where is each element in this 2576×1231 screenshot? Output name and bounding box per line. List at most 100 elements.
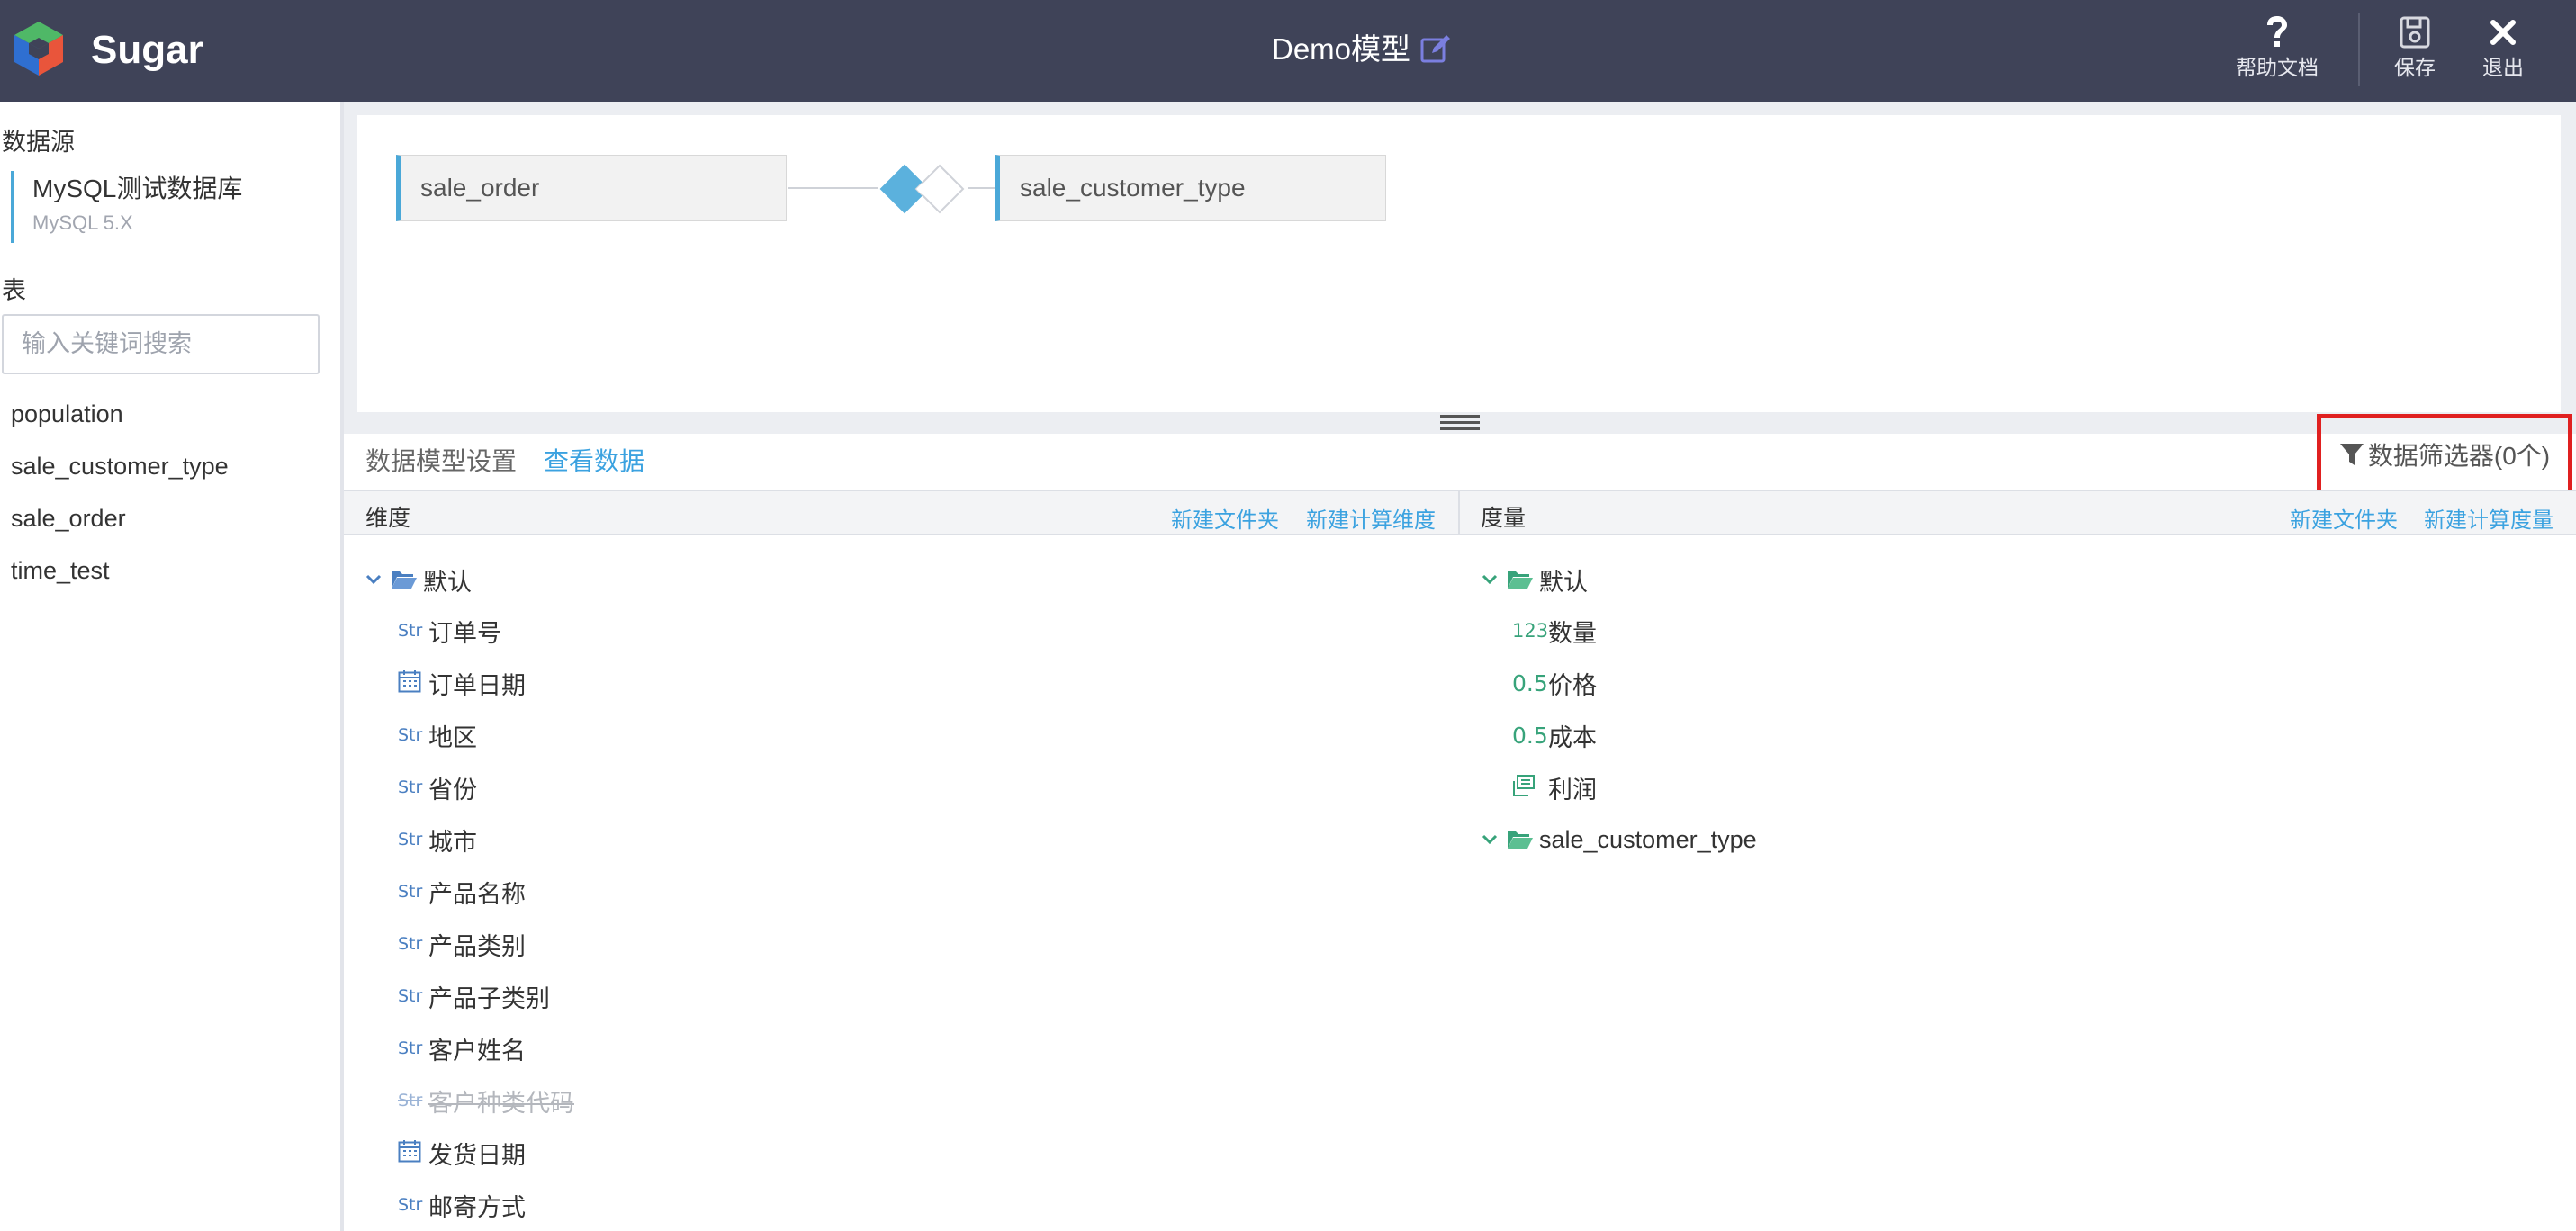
dimension-label: 发货日期	[428, 1141, 526, 1169]
dimension-folder-default[interactable]: 默认	[364, 562, 472, 598]
calendar-icon	[398, 1139, 428, 1167]
model-tabs-bar: 数据模型设置 查看数据	[344, 434, 2576, 490]
table-item-time-test[interactable]: time_test	[11, 544, 229, 597]
edit-icon[interactable]	[1419, 33, 1452, 66]
dimension-label: 订单号	[428, 619, 501, 647]
measure-label: 数量	[1548, 619, 1597, 647]
dimension-item[interactable]: Str 地区	[398, 717, 477, 753]
measure-folder-default[interactable]: 默认	[1480, 562, 1588, 598]
tab-view-data[interactable]: 查看数据	[544, 446, 644, 477]
measures-new-calc-link[interactable]: 新建计算度量	[2424, 502, 2553, 534]
dimension-item[interactable]: 发货日期	[398, 1135, 526, 1171]
measure-label: 成本	[1548, 723, 1597, 751]
model-title: Demo模型	[1272, 27, 1452, 72]
string-type-icon: Str	[398, 986, 423, 1006]
dimension-item[interactable]: Str 产品子类别	[398, 978, 550, 1014]
folder-open-icon	[391, 569, 418, 590]
measure-item[interactable]: 0.5 价格	[1512, 665, 1597, 701]
tab-model-settings[interactable]: 数据模型设置	[365, 446, 517, 477]
dimension-label: 省份	[428, 776, 477, 804]
datasource-type: MySQL 5.X	[32, 211, 133, 234]
fields-panel-area	[344, 490, 2576, 1231]
help-docs-button[interactable]: 帮助文档	[2236, 13, 2319, 86]
dimension-label: 产品名称	[428, 880, 526, 908]
join-venn-icon[interactable]	[878, 162, 968, 216]
string-type-icon: Str	[398, 1091, 423, 1110]
dimension-label: 产品子类别	[428, 984, 550, 1012]
dimension-label: 邮寄方式	[428, 1193, 526, 1221]
dimension-item[interactable]: 订单日期	[398, 665, 526, 701]
measures-header: 度量 新建文件夹 新建计算度量	[1460, 490, 2576, 535]
chevron-down-icon	[1480, 834, 1500, 845]
question-icon	[2257, 13, 2297, 52]
string-type-icon: Str	[398, 1038, 423, 1058]
exit-button[interactable]: 退出	[2482, 13, 2524, 86]
model-title-text: Demo模型	[1272, 32, 1411, 66]
save-button[interactable]: 保存	[2394, 13, 2436, 86]
table-item-sale-customer-type[interactable]: sale_customer_type	[11, 440, 229, 492]
canvas-table-left[interactable]: sale_order	[396, 155, 787, 221]
dimension-folder-label: 默认	[423, 568, 472, 596]
folder-open-icon	[1507, 569, 1534, 590]
header-divider	[2358, 13, 2360, 86]
measures-title: 度量	[1481, 506, 1527, 531]
calculated-field-icon	[1512, 774, 1548, 802]
dimension-item[interactable]: Str 城市	[398, 822, 477, 858]
table-item-population[interactable]: population	[11, 388, 229, 440]
dimensions-header: 维度 新建文件夹 新建计算维度	[344, 490, 1458, 535]
datasource-name: MySQL测试数据库	[32, 175, 243, 202]
chevron-down-icon	[1480, 574, 1500, 585]
string-type-icon: Str	[398, 1195, 423, 1215]
table-search-input[interactable]	[2, 314, 320, 374]
string-type-icon: Str	[398, 621, 423, 641]
datasource-item[interactable]: MySQL测试数据库 MySQL 5.X	[11, 171, 242, 243]
datasource-title: 数据源	[2, 129, 75, 156]
dimension-label: 订单日期	[428, 671, 526, 699]
dimension-label: 产品类别	[428, 932, 526, 960]
resize-handle-icon[interactable]	[1438, 412, 1482, 434]
dimension-item[interactable]: Str 客户姓名	[398, 1030, 526, 1066]
table-item-sale-order[interactable]: sale_order	[11, 492, 229, 544]
canvas-table-right[interactable]: sale_customer_type	[995, 155, 1386, 221]
dimensions-title: 维度	[365, 506, 411, 531]
join-line-right	[968, 187, 996, 189]
dimension-item[interactable]: Str 邮寄方式	[398, 1187, 526, 1223]
dimension-label: 地区	[428, 723, 477, 751]
sugar-logo-icon	[14, 22, 63, 76]
measure-folder-sale-customer-type[interactable]: sale_customer_type	[1480, 822, 1757, 858]
brand-name: Sugar	[91, 28, 203, 72]
calendar-icon	[398, 669, 428, 697]
string-type-icon: Str	[398, 777, 423, 797]
dimensions-new-calc-link[interactable]: 新建计算维度	[1306, 502, 1436, 534]
data-filter-label: 数据筛选器(0个)	[2367, 442, 2551, 470]
dimension-label: 客户姓名	[428, 1037, 526, 1065]
decimal-type-icon: 0.5	[1512, 669, 1548, 696]
dimension-item-disabled[interactable]: Str 客户种类代码	[398, 1083, 574, 1119]
help-docs-label: 帮助文档	[2236, 56, 2319, 79]
join-line-left	[788, 187, 878, 189]
save-icon	[2395, 13, 2435, 52]
string-type-icon: Str	[398, 882, 423, 902]
dimension-item[interactable]: Str 省份	[398, 769, 477, 805]
dimension-item[interactable]: Str 产品名称	[398, 874, 526, 910]
string-type-icon: Str	[398, 830, 423, 849]
close-icon	[2483, 13, 2523, 52]
exit-label: 退出	[2482, 56, 2524, 79]
folder-open-icon	[1507, 829, 1534, 850]
data-filter-button[interactable]: 数据筛选器(0个)	[2317, 414, 2572, 495]
measure-label: 利润	[1548, 776, 1597, 804]
save-label: 保存	[2394, 56, 2436, 79]
measures-new-folder-link[interactable]: 新建文件夹	[2290, 502, 2398, 534]
dimension-item[interactable]: Str 产品类别	[398, 926, 526, 962]
measure-item[interactable]: 0.5 成本	[1512, 717, 1597, 753]
measure-folder-label: sale_customer_type	[1539, 825, 1757, 853]
measure-item[interactable]: 利润	[1512, 769, 1597, 805]
sidebar: 数据源 MySQL测试数据库 MySQL 5.X 表 population sa…	[0, 102, 340, 1231]
string-type-icon: Str	[398, 934, 423, 954]
dimension-label: 客户种类代码	[428, 1089, 574, 1117]
decimal-type-icon: 0.5	[1512, 722, 1548, 749]
measure-item[interactable]: 123 数量	[1512, 613, 1597, 649]
dimension-item[interactable]: Str 订单号	[398, 613, 501, 649]
top-header: Sugar Demo模型 帮助文档 保存 退出	[0, 0, 2576, 102]
dimensions-new-folder-link[interactable]: 新建文件夹	[1171, 502, 1279, 534]
